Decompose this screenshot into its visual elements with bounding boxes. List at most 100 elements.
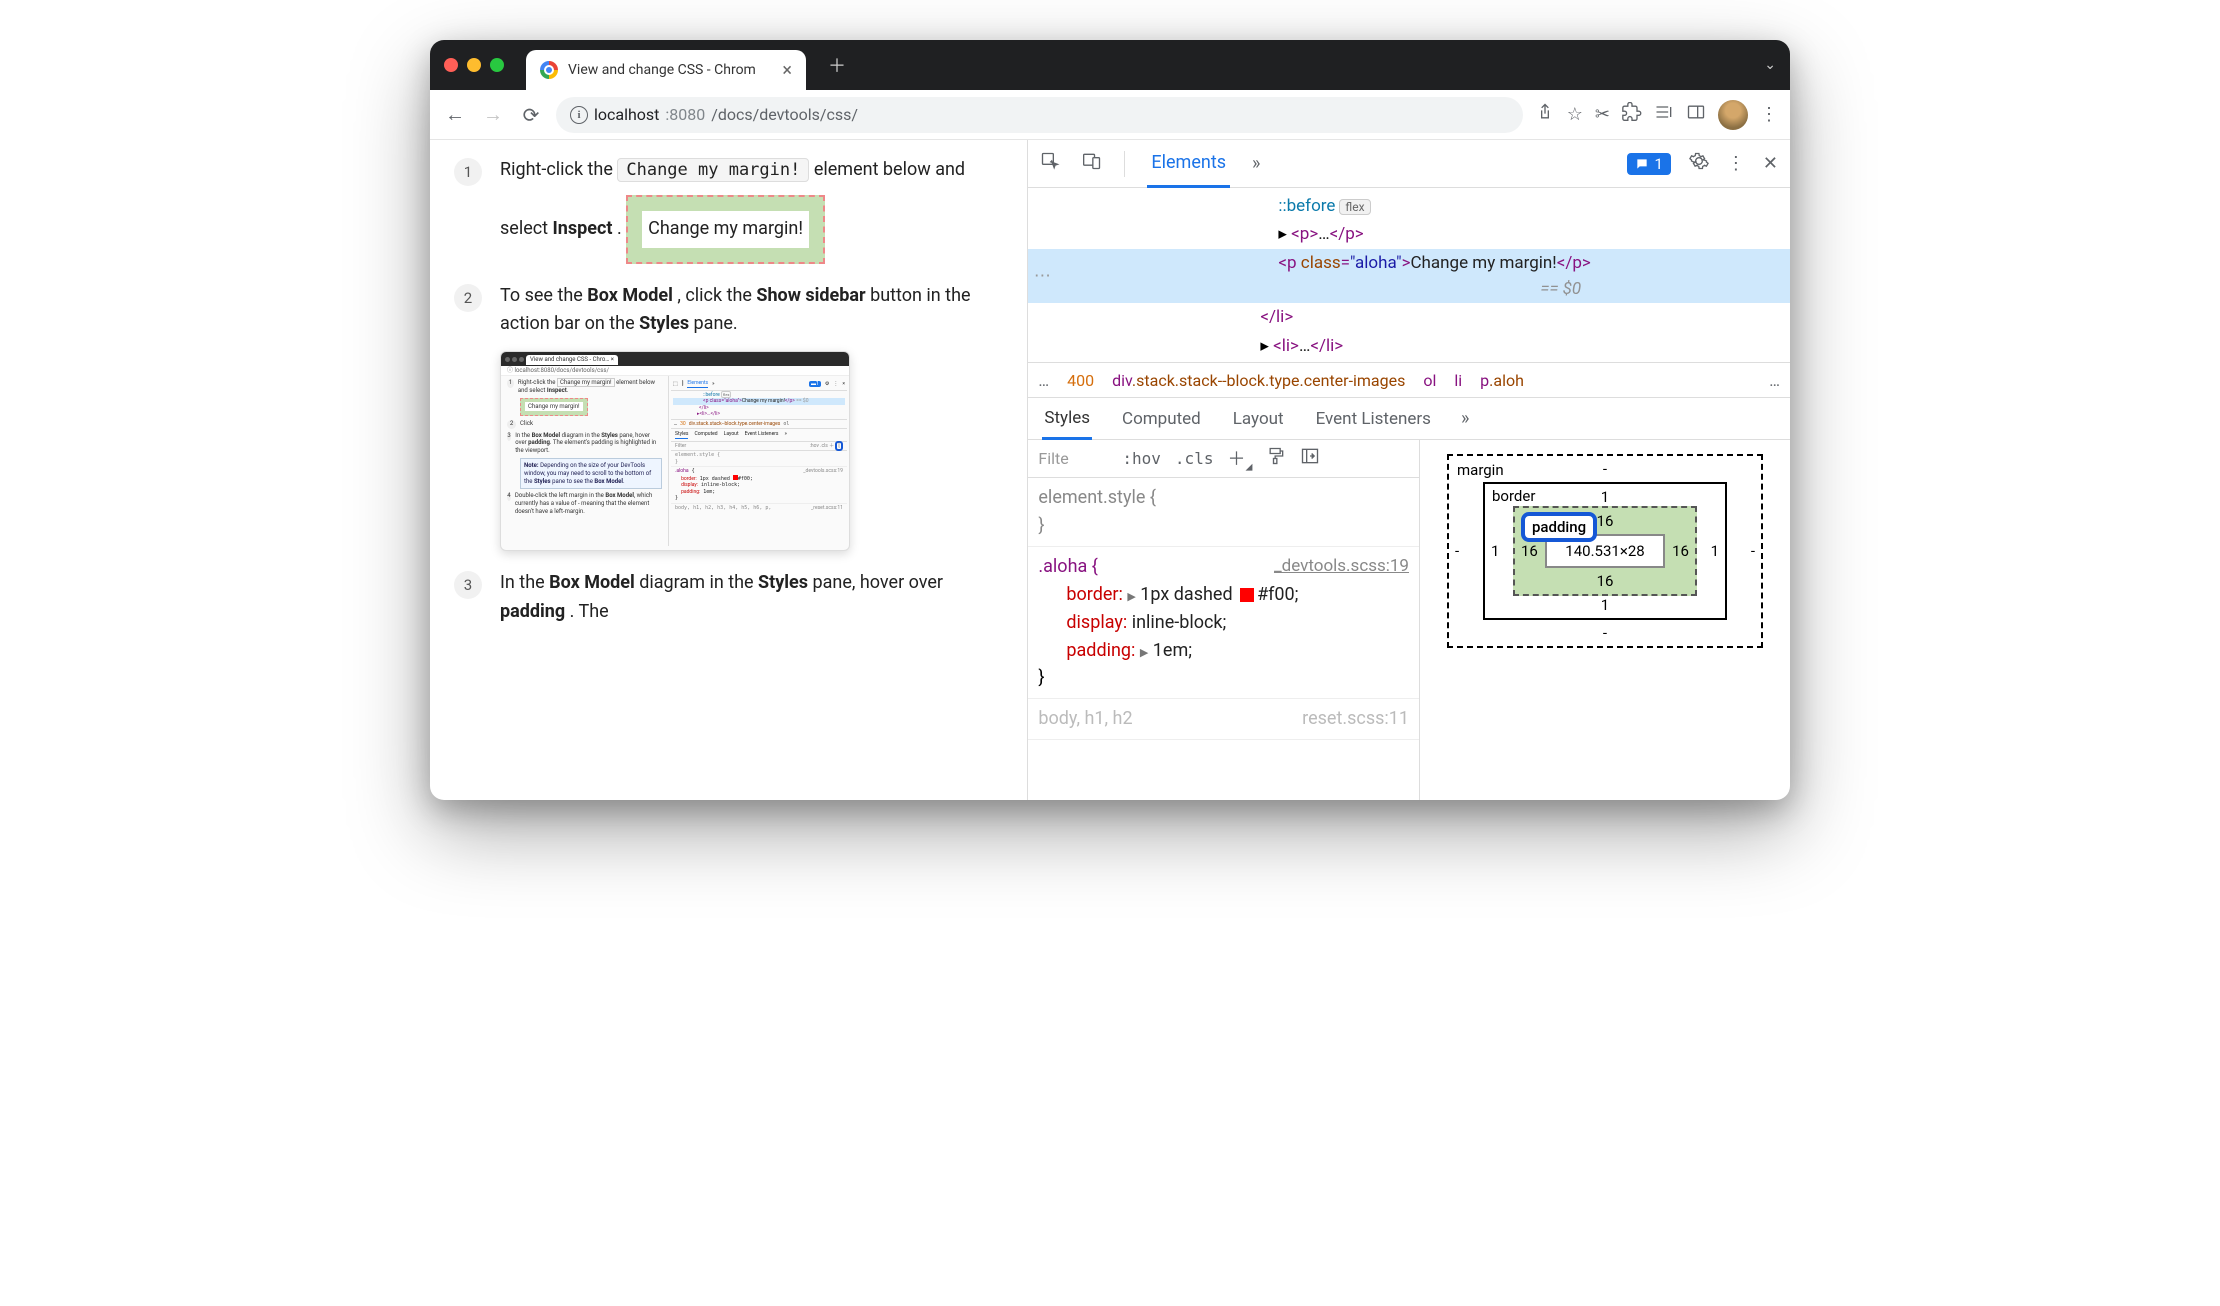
hov-toggle[interactable]: :hov (1122, 449, 1161, 468)
crumb-item[interactable]: ol (1423, 371, 1436, 390)
back-button[interactable]: ← (442, 102, 468, 127)
tabs-dropdown-icon[interactable]: ⌄ (1764, 57, 1776, 73)
crumb-item[interactable]: 400 (1067, 371, 1094, 390)
tab-elements[interactable]: Elements (1147, 140, 1230, 188)
reload-button[interactable]: ⟳ (518, 103, 544, 127)
border-top[interactable]: 1 (1601, 488, 1609, 506)
share-icon[interactable] (1535, 102, 1555, 127)
style-rule[interactable]: body, h1, h2 reset.scss:11 (1028, 699, 1419, 740)
dom-node[interactable]: </li> (1028, 303, 1790, 331)
address-bar[interactable]: i localhost:8080/docs/devtools/css/ (556, 97, 1523, 133)
margin-right[interactable]: - (1751, 542, 1755, 560)
crumb-more[interactable]: … (1769, 371, 1780, 390)
new-style-rule-icon[interactable]: ＋◢ (1227, 445, 1252, 473)
rule-selector: body, h1, h2 (1038, 705, 1132, 733)
dom-node[interactable]: ▸ <li>…</li> (1028, 332, 1790, 360)
computed-sidebar-icon[interactable] (1300, 446, 1320, 471)
kebab-menu-icon[interactable]: ⋮ (1727, 153, 1745, 174)
border-bottom[interactable]: 1 (1601, 596, 1609, 614)
chrome-menu-icon[interactable]: ⋮ (1760, 104, 1778, 125)
dom-text: Change my margin! (1410, 253, 1556, 273)
box-padding[interactable]: padding 16 16 16 16 140.531×28 (1513, 506, 1697, 596)
url-host: localhost (594, 105, 659, 124)
styles-filter-input[interactable]: Filte (1038, 449, 1108, 468)
dom-pseudo: ::before (1278, 196, 1335, 216)
forward-button[interactable]: → (480, 102, 506, 127)
browser-toolbar: ← → ⟳ i localhost:8080/docs/devtools/css… (430, 90, 1790, 140)
crumb-item[interactable]: div.stack.stack--block.type.center-image… (1112, 371, 1405, 390)
side-panel-icon[interactable] (1686, 102, 1706, 127)
border-right[interactable]: 1 (1711, 542, 1719, 560)
rule-close: } (1038, 512, 1409, 540)
extensions-icon[interactable] (1622, 102, 1642, 127)
box-model-diagram[interactable]: margin - - - - border 1 1 1 1 padding (1420, 440, 1790, 800)
step-text: In the (500, 572, 549, 593)
margin-left[interactable]: - (1455, 542, 1459, 560)
tab-layout[interactable]: Layout (1231, 400, 1286, 438)
box-margin[interactable]: margin - - - - border 1 1 1 1 padding (1447, 454, 1763, 648)
cls-toggle[interactable]: .cls (1175, 449, 1214, 468)
box-border[interactable]: border 1 1 1 1 padding 16 16 16 16 (1483, 482, 1727, 620)
css-prop[interactable]: display: (1038, 612, 1127, 633)
style-rule[interactable]: .aloha { _devtools.scss:19 border: ▶ 1px… (1028, 547, 1419, 699)
bookmark-icon[interactable]: ☆ (1567, 104, 1583, 125)
style-rule[interactable]: element.style { } (1028, 478, 1419, 547)
border-left[interactable]: 1 (1491, 542, 1499, 560)
padding-left[interactable]: 16 (1521, 542, 1538, 560)
padding-right[interactable]: 16 (1672, 542, 1689, 560)
maximize-window-icon[interactable] (490, 58, 504, 72)
paint-icon[interactable] (1266, 446, 1286, 471)
rule-source[interactable]: _devtools.scss:19 (1274, 553, 1409, 581)
tab-styles[interactable]: Styles (1042, 399, 1092, 440)
step-number: 3 (454, 571, 482, 599)
margin-bottom[interactable]: - (1603, 624, 1607, 642)
site-info-icon[interactable]: i (570, 106, 588, 124)
crumb-item[interactable]: li (1454, 371, 1462, 390)
css-value[interactable]: 1em; (1153, 640, 1192, 661)
css-prop[interactable]: border: (1038, 584, 1122, 605)
css-value[interactable]: inline-block; (1132, 612, 1227, 633)
reading-list-icon[interactable] (1654, 102, 1674, 127)
step-text: pane. (694, 313, 738, 334)
device-toggle-icon[interactable] (1082, 151, 1102, 176)
tab-bar: View and change CSS - Chrom × ＋ ⌄ (430, 40, 1790, 90)
scissors-icon[interactable]: ✂ (1595, 104, 1610, 125)
step-text: pane, hover over (812, 572, 943, 593)
rule-source[interactable]: reset.scss:11 (1302, 705, 1409, 733)
settings-icon[interactable] (1689, 151, 1709, 176)
tab-event-listeners[interactable]: Event Listeners (1314, 400, 1433, 438)
inspect-icon[interactable] (1040, 151, 1060, 176)
dom-tree[interactable]: ::beforeflex ▸ <p>…</p> ⋯ <p class="aloh… (1028, 188, 1790, 362)
profile-avatar[interactable] (1718, 100, 1748, 130)
padding-bottom[interactable]: 16 (1597, 572, 1614, 590)
box-label-margin: margin (1457, 461, 1504, 479)
dom-node-selected[interactable]: ⋯ <p class="aloha">Change my margin!</p>… (1028, 249, 1790, 304)
browser-tab[interactable]: View and change CSS - Chrom × (526, 50, 806, 90)
box-label-border: border (1492, 487, 1535, 505)
crumb-more[interactable]: … (1038, 371, 1049, 390)
close-window-icon[interactable] (444, 58, 458, 72)
tab-title: View and change CSS - Chrom (568, 62, 772, 78)
tab-computed[interactable]: Computed (1120, 400, 1203, 438)
crumb-item[interactable]: p.aloh (1480, 371, 1524, 390)
more-tabs-icon[interactable]: » (1252, 153, 1260, 174)
flex-badge[interactable]: flex (1339, 199, 1370, 215)
close-tab-icon[interactable]: × (782, 60, 792, 81)
style-rules[interactable]: element.style { } .aloha { _devtools.scs… (1028, 478, 1419, 800)
minimize-window-icon[interactable] (467, 58, 481, 72)
margin-top[interactable]: - (1603, 460, 1607, 478)
step-text-bold: Inspect (553, 218, 613, 239)
dom-node[interactable]: ▸ <p>…</p> (1028, 220, 1790, 248)
css-prop[interactable]: padding: (1038, 640, 1135, 661)
more-tabs-icon[interactable]: » (1461, 408, 1469, 429)
close-devtools-icon[interactable]: ✕ (1763, 153, 1778, 174)
dom-breadcrumb[interactable]: … 400 div.stack.stack--block.type.center… (1028, 362, 1790, 398)
dom-ref: == $0 (1278, 276, 1590, 302)
new-tab-button[interactable]: ＋ (828, 52, 846, 78)
padding-top[interactable]: 16 (1597, 512, 1614, 530)
color-swatch-icon[interactable] (1240, 588, 1254, 602)
issues-badge[interactable]: 1 (1627, 153, 1670, 175)
devtools-tabs: Elements » 1 ⋮ ✕ (1028, 140, 1790, 188)
dom-gutter-icon[interactable]: ⋯ (1028, 249, 1056, 304)
demo-element[interactable]: Change my margin! (626, 195, 825, 264)
